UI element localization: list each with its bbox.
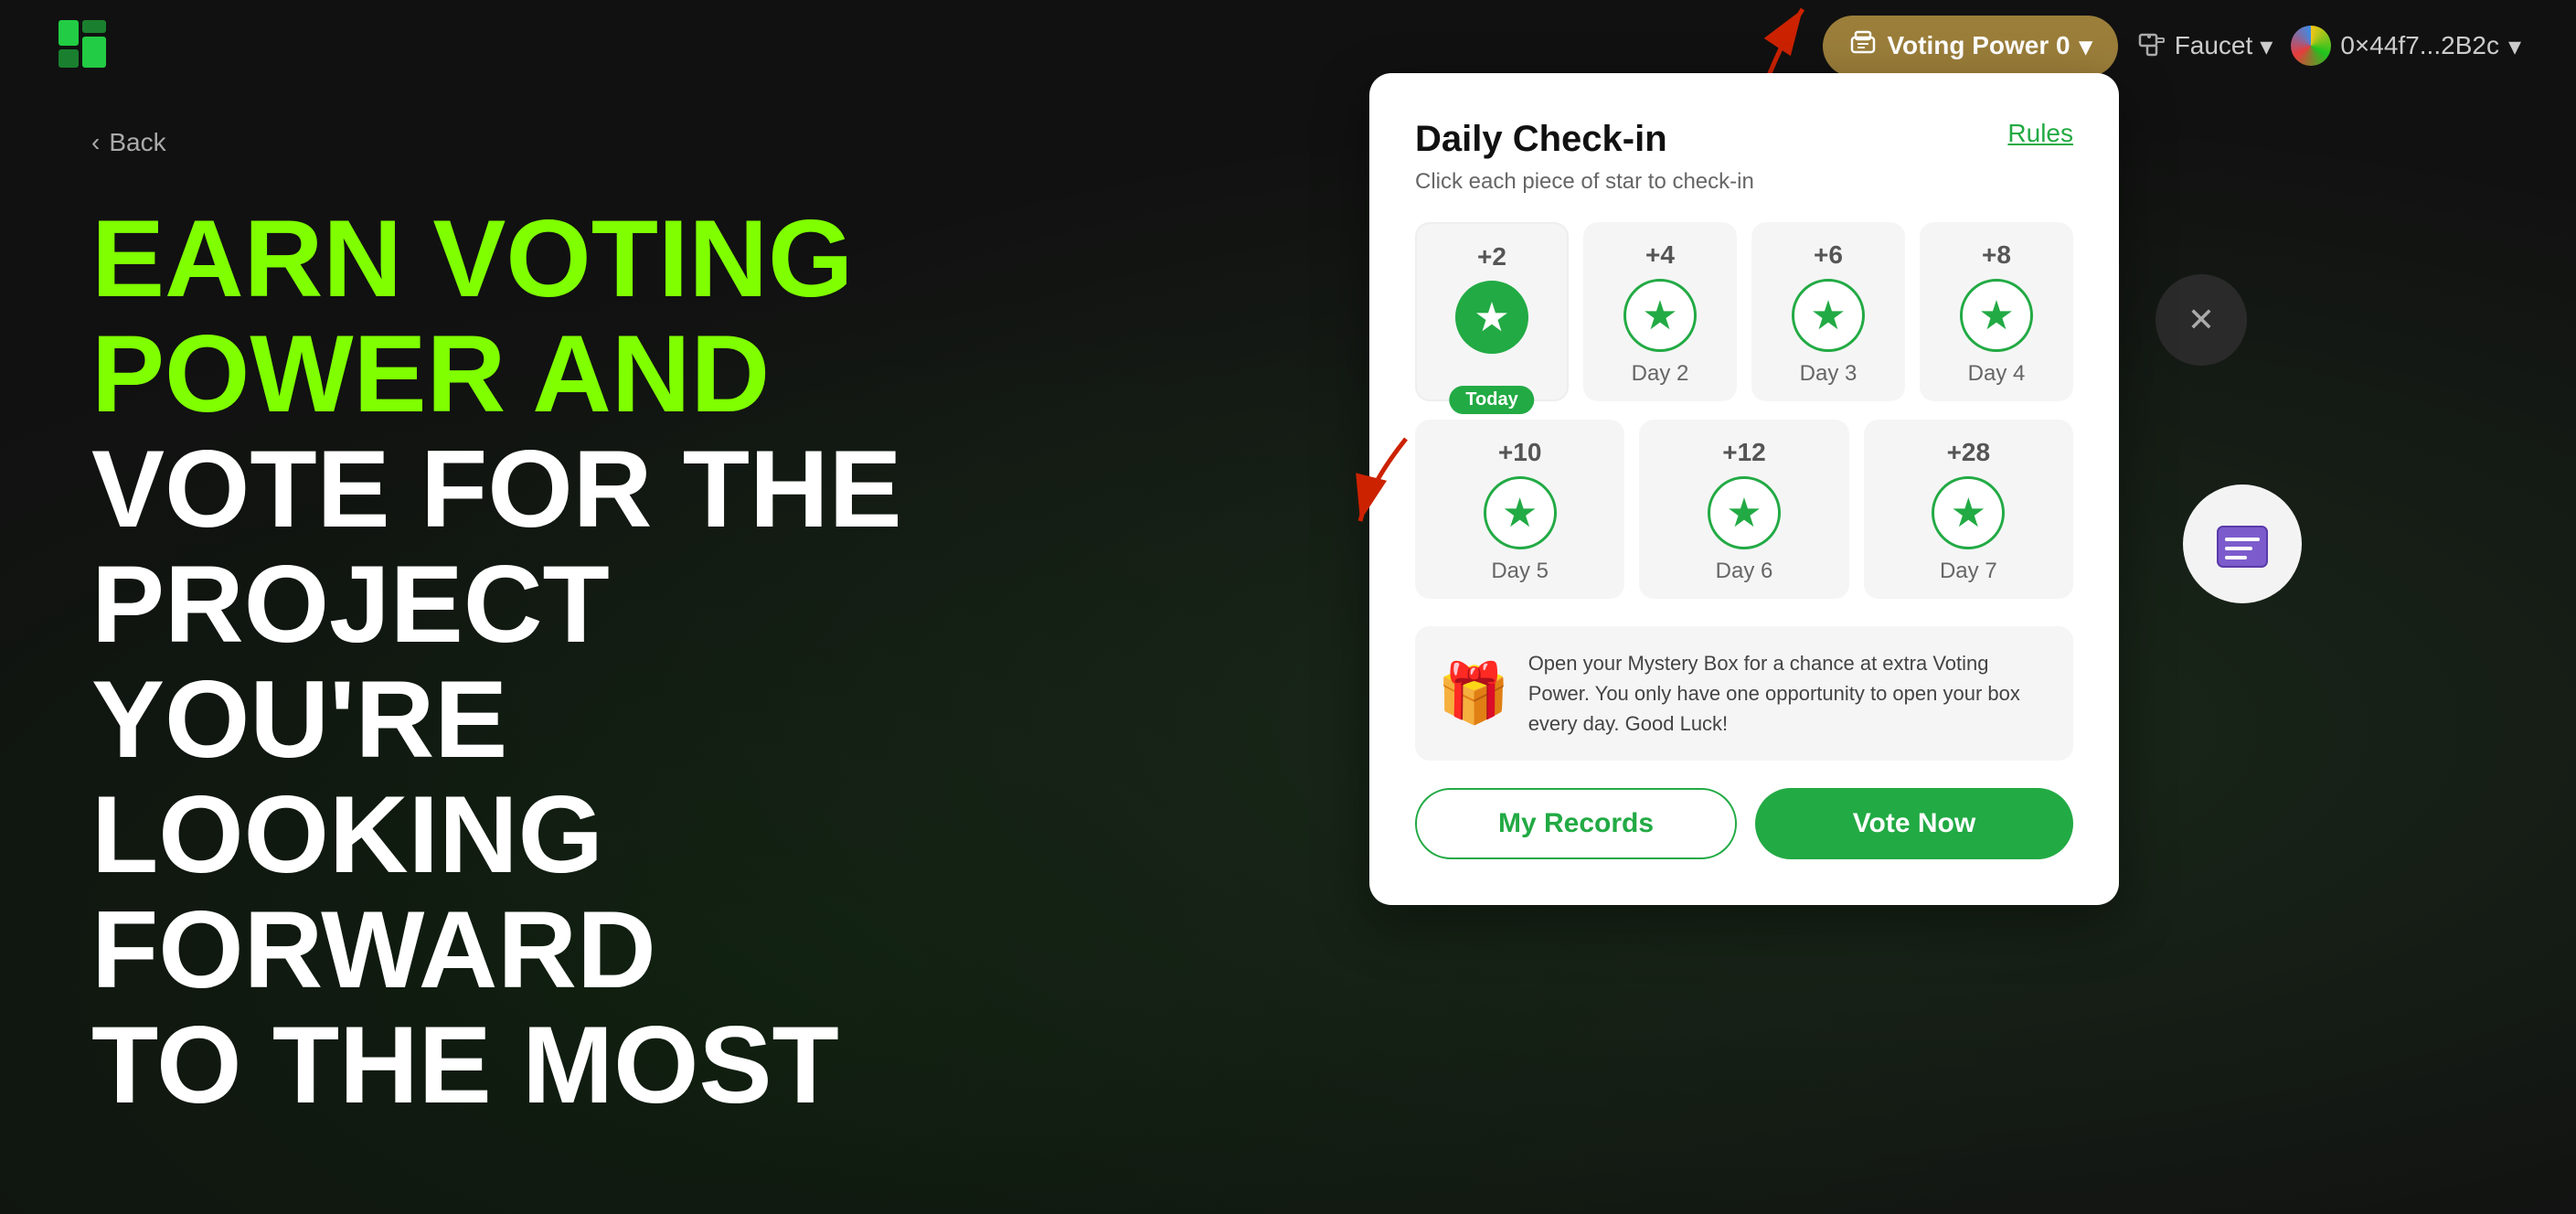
hero-line-2: POWER AND bbox=[91, 316, 914, 431]
modal-title: Daily Check-in bbox=[1415, 119, 1667, 160]
my-records-button[interactable]: My Records bbox=[1415, 788, 1737, 859]
day-2-points: +4 bbox=[1645, 240, 1675, 270]
day-5-label: Day 5 bbox=[1491, 559, 1549, 584]
float-cross-icon: ✕ bbox=[2156, 274, 2247, 366]
day-card-5[interactable]: +10 ★ Day 5 bbox=[1415, 420, 1624, 599]
day-3-star: ★ bbox=[1792, 279, 1865, 352]
day-card-today[interactable]: +2 ★ Today bbox=[1415, 222, 1569, 401]
day-card-2[interactable]: +4 ★ Day 2 bbox=[1583, 222, 1737, 401]
rules-link[interactable]: Rules bbox=[2007, 119, 2073, 148]
day-1-star: ★ bbox=[1455, 281, 1528, 354]
hero-line-1: EARN VOTING bbox=[91, 201, 914, 316]
day-7-star: ★ bbox=[1932, 476, 2005, 549]
day-5-star: ★ bbox=[1484, 476, 1557, 549]
hero-line-4: PROJECT YOU'RE bbox=[91, 547, 914, 777]
navbar: Voting Power 0 ▾ Faucet ▾ 0×44f7...2B2c … bbox=[0, 0, 2576, 91]
back-chevron-icon: ‹ bbox=[91, 128, 100, 157]
back-button[interactable]: ‹ Back bbox=[91, 128, 166, 157]
wallet-address: 0×44f7...2B2c bbox=[2340, 31, 2499, 60]
voting-power-button[interactable]: Voting Power 0 ▾ bbox=[1823, 16, 2117, 77]
hero-section: EARN VOTING POWER AND VOTE FOR THE PROJE… bbox=[91, 201, 914, 1123]
day-3-label: Day 3 bbox=[1800, 361, 1857, 387]
modal-header: Daily Check-in Rules bbox=[1415, 119, 2073, 160]
wallet-avatar bbox=[2291, 26, 2331, 66]
back-label: Back bbox=[109, 128, 165, 157]
faucet-button[interactable]: Faucet ▾ bbox=[2136, 27, 2273, 65]
day-7-label: Day 7 bbox=[1940, 559, 1997, 584]
day-4-points: +8 bbox=[1982, 240, 2011, 270]
float-widget bbox=[2183, 485, 2302, 603]
day-3-points: +6 bbox=[1814, 240, 1843, 270]
nav-right: Voting Power 0 ▾ Faucet ▾ 0×44f7...2B2c … bbox=[1823, 16, 2521, 77]
logo bbox=[55, 16, 110, 76]
wallet-chevron-icon: ▾ bbox=[2508, 31, 2521, 61]
vote-now-button[interactable]: Vote Now bbox=[1755, 788, 2073, 859]
days-grid-bottom: +10 ★ Day 5 +12 ★ Day 6 +28 ★ Day 7 bbox=[1415, 420, 2073, 599]
day-4-label: Day 4 bbox=[1968, 361, 2026, 387]
day-7-points: +28 bbox=[1947, 438, 1991, 467]
modal-subtitle: Click each piece of star to check-in bbox=[1415, 169, 2073, 195]
modal-actions: My Records Vote Now bbox=[1415, 788, 2073, 859]
faucet-chevron-icon: ▾ bbox=[2260, 31, 2273, 61]
day-1-points: +2 bbox=[1477, 242, 1506, 272]
day-card-7[interactable]: +28 ★ Day 7 bbox=[1864, 420, 2073, 599]
day-4-star: ★ bbox=[1960, 279, 2033, 352]
day-card-3[interactable]: +6 ★ Day 3 bbox=[1751, 222, 1905, 401]
day-card-4[interactable]: +8 ★ Day 4 bbox=[1920, 222, 2073, 401]
days-grid-top: +2 ★ Today +4 ★ Day 2 +6 ★ Day 3 bbox=[1415, 222, 2073, 401]
daily-checkin-modal: Daily Check-in Rules Click each piece of… bbox=[1369, 73, 2119, 905]
wallet-button[interactable]: 0×44f7...2B2c ▾ bbox=[2291, 26, 2521, 66]
day-2-label: Day 2 bbox=[1632, 361, 1689, 387]
hero-line-3: VOTE FOR THE bbox=[91, 431, 914, 547]
day-6-star: ★ bbox=[1708, 476, 1781, 549]
day-card-6[interactable]: +12 ★ Day 6 bbox=[1639, 420, 1848, 599]
day-2-star: ★ bbox=[1623, 279, 1697, 352]
mystery-box[interactable]: 🎁 Open your Mystery Box for a chance at … bbox=[1415, 626, 2073, 761]
voting-power-icon bbox=[1848, 28, 1878, 64]
day-6-label: Day 6 bbox=[1716, 559, 1773, 584]
day-5-points: +10 bbox=[1498, 438, 1542, 467]
chevron-down-icon: ▾ bbox=[2080, 31, 2092, 61]
day-6-points: +12 bbox=[1722, 438, 1766, 467]
hero-line-6: TO THE MOST bbox=[91, 1007, 914, 1123]
faucet-icon bbox=[2136, 27, 2167, 65]
today-badge: Today bbox=[1449, 386, 1534, 414]
mystery-box-text: Open your Mystery Box for a chance at ex… bbox=[1528, 648, 2051, 739]
faucet-label: Faucet bbox=[2175, 31, 2253, 60]
voting-power-label: Voting Power 0 bbox=[1887, 31, 2070, 60]
modal-overlay: Daily Check-in Rules Click each piece of… bbox=[1369, 73, 2119, 905]
hero-line-5: LOOKING FORWARD bbox=[91, 777, 914, 1007]
gift-icon: 🎁 bbox=[1437, 659, 1510, 728]
